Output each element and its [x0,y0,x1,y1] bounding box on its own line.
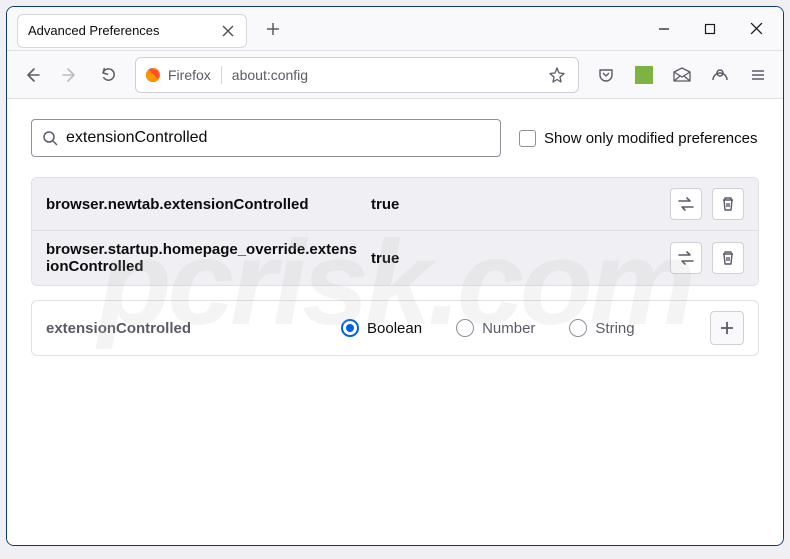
back-button[interactable] [15,58,49,92]
back-arrow-icon [23,66,41,84]
plus-icon [266,22,280,36]
new-tab-button[interactable] [259,15,287,43]
radio-string[interactable]: String [569,319,634,337]
pref-actions [670,188,744,220]
identity-box[interactable]: Firefox [144,66,222,84]
checkbox-icon [519,130,536,147]
tab-title: Advanced Preferences [28,23,220,38]
close-icon [750,22,763,35]
url-bar[interactable]: Firefox about:config [135,57,579,93]
trash-icon [720,250,736,266]
window-controls [641,9,779,49]
tab-close-button[interactable] [220,23,236,39]
pref-row[interactable]: browser.newtab.extensionControlled true [32,178,758,231]
forward-button[interactable] [53,58,87,92]
type-radio-group: Boolean Number String [341,319,710,337]
pref-name: browser.newtab.extensionControlled [46,196,371,213]
modified-only-checkbox[interactable]: Show only modified preferences [519,130,757,147]
identity-label: Firefox [168,67,211,83]
minimize-button[interactable] [641,9,687,49]
search-input[interactable] [66,129,490,147]
pocket-button[interactable] [589,58,623,92]
maximize-button[interactable] [687,9,733,49]
bookmark-button[interactable] [544,66,570,84]
preferences-list: browser.newtab.extensionControlled true … [31,177,759,286]
radio-icon [456,319,474,337]
pref-row[interactable]: browser.startup.homepage_override.extens… [32,231,758,285]
pref-actions [670,242,744,274]
star-icon [548,66,566,84]
extension-button[interactable] [627,58,661,92]
account-button[interactable] [703,58,737,92]
reload-button[interactable] [91,58,125,92]
extension-icon [635,66,653,84]
toggle-button[interactable] [670,242,702,274]
pref-value: true [371,250,670,267]
minimize-icon [658,23,670,35]
modified-only-label: Show only modified preferences [544,130,757,147]
search-box[interactable] [31,119,501,157]
radio-label: Number [482,320,535,337]
toggle-icon [677,196,695,212]
toggle-icon [677,250,695,266]
nav-toolbar: Firefox about:config [7,51,783,99]
add-pref-row: extensionControlled Boolean Number Strin… [31,300,759,356]
account-icon [711,66,729,84]
add-pref-name: extensionControlled [46,320,341,337]
pref-value: true [371,196,670,213]
radio-icon [569,319,587,337]
about-config-content: Show only modified preferences browser.n… [7,99,783,545]
forward-arrow-icon [61,66,79,84]
radio-boolean[interactable]: Boolean [341,319,422,337]
trash-icon [720,196,736,212]
delete-button[interactable] [712,242,744,274]
radio-icon [341,319,359,337]
maximize-icon [704,23,716,35]
plus-icon [719,320,735,336]
active-tab[interactable]: Advanced Preferences [17,14,247,48]
url-text[interactable]: about:config [232,67,544,83]
delete-button[interactable] [712,188,744,220]
pref-name: browser.startup.homepage_override.extens… [46,241,371,275]
menu-button[interactable] [741,58,775,92]
titlebar: Advanced Preferences [7,7,783,51]
add-button[interactable] [710,311,744,345]
reload-icon [100,66,117,83]
radio-label: String [595,320,634,337]
close-icon [222,25,234,37]
hamburger-icon [750,67,766,83]
browser-window: Advanced Preferences [6,6,784,546]
inbox-icon [672,66,692,84]
firefox-logo-icon [144,66,162,84]
toggle-button[interactable] [670,188,702,220]
pocket-icon [597,66,615,84]
close-window-button[interactable] [733,9,779,49]
search-icon [42,130,58,146]
radio-label: Boolean [367,320,422,337]
search-row: Show only modified preferences [31,119,759,157]
inbox-button[interactable] [665,58,699,92]
radio-number[interactable]: Number [456,319,535,337]
